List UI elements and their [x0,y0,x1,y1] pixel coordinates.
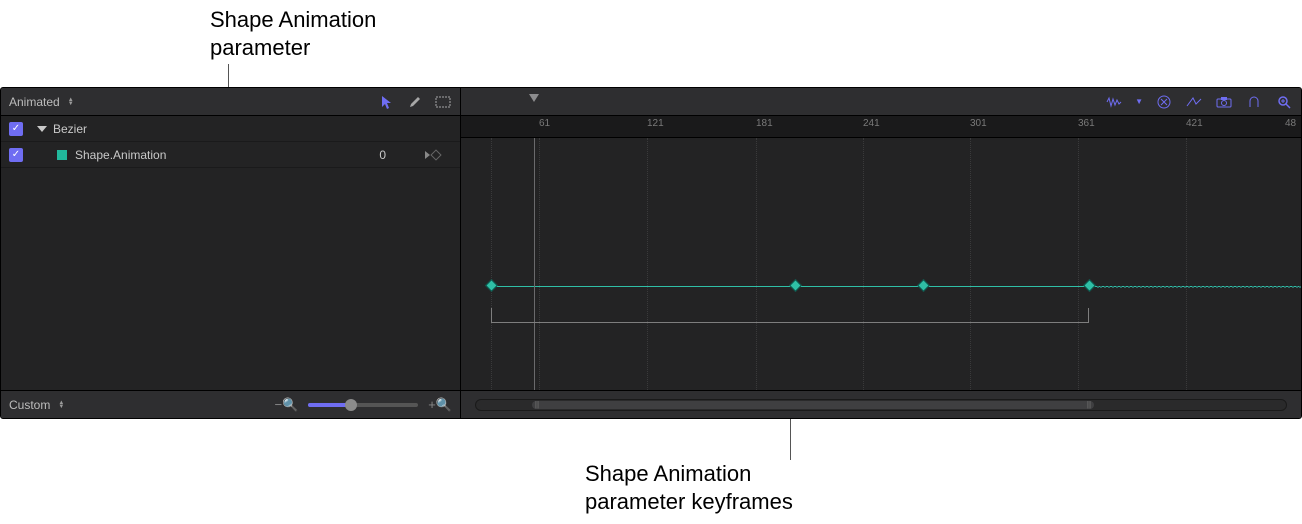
pointer-tool-icon[interactable] [378,93,396,111]
sidebar-bottom-bar: Custom ▲▼ −🔍 +🔍 [1,390,460,418]
scrollbar-thumb[interactable] [532,401,1094,409]
box-tool-icon[interactable] [434,93,452,111]
curve-canvas[interactable] [461,138,1301,390]
ruler-tick: 241 [863,118,880,129]
ruler-tick: 48 [1285,118,1296,129]
ruler-tick: 361 [1078,118,1095,129]
dropdown-arrows-icon: ▲▼ [58,401,64,409]
ruler-tick: 421 [1186,118,1203,129]
slider-knob[interactable] [345,399,357,411]
filter-dropdown[interactable]: Animated ▲▼ [9,95,370,109]
parameter-label: Shape.Animation [75,148,344,162]
ruler-tick: 121 [647,118,664,129]
snapshot-icon[interactable] [1215,93,1233,111]
grid-line [970,138,971,390]
timeline-toolbar: ▼ [461,88,1301,116]
keyframe-range-bracket [491,308,1089,323]
playhead-cap-icon[interactable] [529,94,539,102]
ruler-tick: 181 [756,118,773,129]
zoom-out-icon[interactable]: −🔍 [274,397,298,413]
visibility-checkbox[interactable]: ✓ [9,122,23,136]
scrollbar-handle-left[interactable]: || [534,401,540,409]
curve-extrapolation [1097,286,1301,288]
keyframe-marker[interactable] [485,279,498,292]
dropdown-arrows-icon: ▲▼ [68,98,74,106]
parameter-list-sidebar: Animated ▲▼ ✓ Bezier [1,88,461,418]
timeline-bottom-bar: || || [461,390,1301,418]
grid-line [756,138,757,390]
visibility-checkbox[interactable]: ✓ [9,148,23,162]
scrollbar-handle-right[interactable]: || [1086,401,1092,409]
playhead[interactable] [534,138,535,390]
tree-row-bezier[interactable]: ✓ Bezier [1,116,460,142]
chevron-down-icon[interactable]: ▼ [1135,97,1143,106]
filter-dropdown-label: Animated [9,95,60,109]
zoom-in-icon[interactable]: +🔍 [428,397,452,413]
add-keyframe-icon[interactable] [430,149,441,160]
snap-icon[interactable] [1245,93,1263,111]
slider-fill [308,403,347,407]
ruler-tick: 61 [539,118,550,129]
annotation-shape-param: Shape Animation parameter [210,6,376,61]
keyframe-editor-panel: Animated ▲▼ ✓ Bezier [0,87,1302,419]
object-label: Bezier [53,122,460,136]
keyframe-marker[interactable] [917,279,930,292]
curve-dropdown-label: Custom [9,398,50,412]
ruler-tick: 301 [970,118,987,129]
sidebar-toolbar: Animated ▲▼ [1,88,460,116]
horizontal-scrollbar[interactable]: || || [475,399,1287,411]
keyframe-nav [404,151,460,159]
grid-line [539,138,540,390]
timeline-area: ▼ 61 121 181 241 301 361 421 48 [461,88,1301,418]
grid-line [1078,138,1079,390]
grid-line [863,138,864,390]
next-keyframe-icon[interactable] [425,151,430,159]
zoom-slider[interactable] [308,403,418,407]
grid-line [491,138,492,390]
time-ruler[interactable]: 61 121 181 241 301 361 421 48 [461,116,1301,138]
audio-waveform-icon[interactable] [1105,93,1123,111]
annotation-shape-keyframes: Shape Animation parameter keyframes [585,460,793,515]
keyframe-marker[interactable] [1083,279,1096,292]
pencil-tool-icon[interactable] [406,93,424,111]
parameter-tree: ✓ Bezier ✓ Shape.Animation 0 [1,116,460,390]
tree-row-shape-animation[interactable]: ✓ Shape.Animation 0 [1,142,460,168]
parameter-value[interactable]: 0 [344,148,404,162]
grid-line [1186,138,1187,390]
disclosure-triangle-icon[interactable] [37,126,47,132]
fit-curves-icon[interactable] [1185,93,1203,111]
zoom-fit-icon[interactable] [1275,93,1293,111]
clear-curves-icon[interactable] [1155,93,1173,111]
curve-dropdown[interactable]: Custom ▲▼ [9,398,64,412]
keyframe-marker[interactable] [789,279,802,292]
grid-line [647,138,648,390]
parameter-color-chip [57,150,67,160]
